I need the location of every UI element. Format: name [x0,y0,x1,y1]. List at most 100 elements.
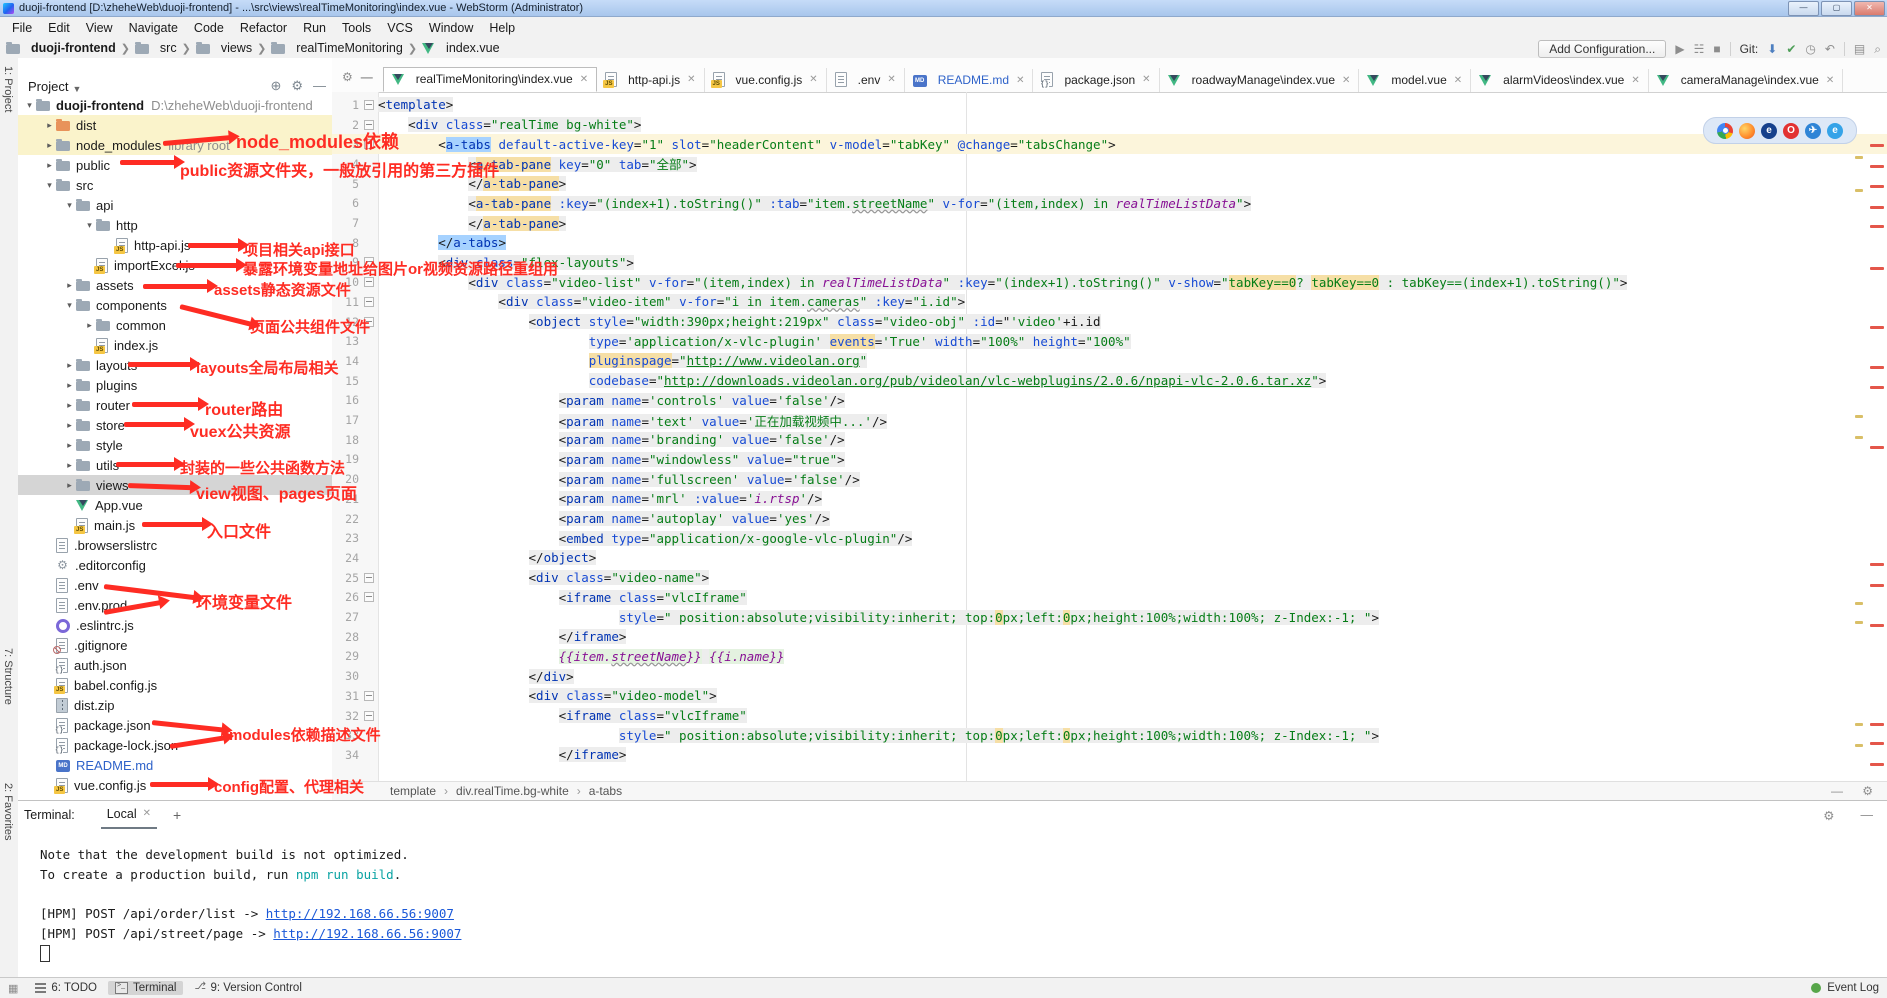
editor-breadcrumb-item[interactable]: div.realTime.bg-white [456,784,569,798]
code-line[interactable]: 27 style=" position:absolute;visibility:… [332,607,1887,627]
edge-browser-icon[interactable]: e [1827,123,1843,139]
event-log-button[interactable]: Event Log [1827,982,1879,994]
history-icon[interactable]: ◷ [1805,42,1815,56]
tree-item-layouts[interactable]: ▸layouts [18,355,332,375]
menu-item-run[interactable]: Run [295,19,334,37]
stop-icon[interactable]: ■ [1713,42,1720,56]
hide-icon[interactable]: — [313,78,326,94]
chevron-right-icon[interactable]: ▸ [63,360,76,371]
search-everywhere-icon[interactable]: ⌕ [1874,42,1881,57]
tree-item-App.vue[interactable]: App.vue [18,495,332,515]
editor-tab-package.json[interactable]: package.json✕ [1033,68,1159,92]
code-line[interactable]: 20 <param name='fullscreen' value='false… [332,469,1887,489]
breadcrumb-item[interactable]: realTimeMonitoring [271,41,403,55]
code-line[interactable]: 33 style=" position:absolute;visibility:… [332,725,1887,745]
tree-item-common[interactable]: ▸common [18,315,332,335]
bookmark-icon[interactable]: ▤ [1854,42,1865,56]
editor-tab-alarmVideos-index.vue[interactable]: alarmVideos\index.vue✕ [1471,69,1649,92]
status-bar-6-todo[interactable]: 6: TODO [28,981,104,995]
fold-marker[interactable] [359,592,378,602]
error-stripe-mark[interactable] [1870,624,1884,627]
error-stripe-mark[interactable] [1870,386,1884,389]
code-line[interactable]: 13 type='application/x-vlc-plugin' event… [332,331,1887,351]
code-line[interactable]: 32 <iframe class="vlcIframe" [332,706,1887,726]
tree-item-main.js[interactable]: main.js [18,515,332,535]
editor-tab-.env[interactable]: .env✕ [827,68,905,92]
breadcrumb-item[interactable]: views [196,41,252,55]
code-line[interactable]: 30 </div> [332,666,1887,686]
menu-item-help[interactable]: Help [481,19,523,37]
status-bar-9-version-control[interactable]: 9: Version Control [187,981,308,995]
close-icon[interactable]: ✕ [1454,75,1462,86]
code-line[interactable]: 29 {{item.streetName}} {{i.name}} [332,647,1887,667]
terminal-tab-local[interactable]: Local ✕ [101,802,157,829]
new-terminal-session-button[interactable]: + [173,807,181,823]
chrome-browser-icon[interactable] [1717,123,1733,139]
code-line[interactable]: 21 <param name='mrl' :value='i.rtsp'/> [332,489,1887,509]
tree-item-importExcel.js[interactable]: importExcel.js [18,255,332,275]
chevron-down-icon[interactable]: ▾ [63,300,76,311]
terminal-link[interactable]: http://192.168.66.56:9007 [273,926,461,941]
menu-item-window[interactable]: Window [421,19,481,37]
chevron-right-icon[interactable]: ▸ [43,120,56,131]
tree-item-views[interactable]: ▸views [18,475,332,495]
chevron-right-icon[interactable]: ▸ [63,420,76,431]
chevron-right-icon[interactable]: ▸ [63,460,76,471]
close-button[interactable]: ✕ [1854,1,1885,16]
opera-browser-icon[interactable]: O [1783,123,1799,139]
maximize-button[interactable]: ▢ [1821,1,1852,16]
tree-item-components[interactable]: ▾components [18,295,332,315]
gear-icon[interactable]: ⚙ [291,78,303,94]
code-line[interactable]: 3 <a-tabs default-active-key="1" slot="h… [332,134,1887,154]
code-line[interactable]: 6 <a-tab-pane :key="(index+1).toString()… [332,194,1887,214]
menu-item-refactor[interactable]: Refactor [232,19,295,37]
tree-item-router[interactable]: ▸router [18,395,332,415]
menu-item-vcs[interactable]: VCS [379,19,421,37]
fold-marker[interactable] [359,100,378,110]
chevron-right-icon[interactable]: ▸ [43,160,56,171]
tree-item-node_modules[interactable]: ▸node_moduleslibrary root [18,135,332,155]
chevron-right-icon[interactable]: ▸ [63,280,76,291]
code-line[interactable]: 2 <div class="realTime bg-white"> [332,115,1887,135]
error-stripe-mark[interactable] [1870,366,1884,369]
warning-stripe-mark[interactable] [1855,723,1863,726]
code-line[interactable]: 26 <iframe class="vlcIframe" [332,588,1887,608]
editor-tab-cameraManage-index.vue[interactable]: cameraManage\index.vue✕ [1649,69,1843,92]
warning-stripe-mark[interactable] [1855,744,1863,747]
tree-item-http[interactable]: ▾http [18,215,332,235]
code-line[interactable]: 18 <param name='branding' value='false'/… [332,430,1887,450]
code-line[interactable]: 15 codebase="http://downloads.videolan.o… [332,371,1887,391]
fold-marker[interactable] [359,257,378,267]
close-icon[interactable]: ✕ [580,74,588,85]
breadcrumb-item[interactable]: index.vue [422,41,500,55]
fold-marker[interactable] [359,317,378,327]
code-line[interactable]: 5 </a-tab-pane> [332,174,1887,194]
add-configuration-button[interactable]: Add Configuration... [1538,40,1666,58]
editor-tab-http-api.js[interactable]: http-api.js✕ [597,68,704,92]
fold-marker[interactable] [359,691,378,701]
tree-item-.editorconfig[interactable]: ⚙.editorconfig [18,555,332,575]
chevron-down-icon[interactable]: ▾ [23,100,36,111]
code-line[interactable]: 17 <param name='text' value='正在加载视频中...'… [332,410,1887,430]
code-line[interactable]: 10 <div class="video-list" v-for="(item,… [332,272,1887,292]
firefox-browser-icon[interactable] [1739,123,1755,139]
tree-item-auth.json[interactable]: auth.json [18,655,332,675]
code-line[interactable]: 28 </iframe> [332,627,1887,647]
error-stripe-mark[interactable] [1870,563,1884,566]
close-icon[interactable]: ✕ [687,74,695,85]
error-stripe-mark[interactable] [1870,144,1884,147]
run-icon[interactable]: ▶ [1675,42,1684,56]
rollback-icon[interactable]: ↶ [1825,42,1835,56]
tree-item-.browserslistrc[interactable]: .browserslistrc [18,535,332,555]
chevron-down-icon[interactable]: ▾ [43,180,56,191]
tree-item-utils[interactable]: ▸utils [18,455,332,475]
fold-marker[interactable] [359,120,378,130]
gear-icon[interactable]: ⚙ [342,70,353,84]
code-line[interactable]: 12 <object style="width:390px;height:219… [332,312,1887,332]
gear-icon[interactable]: ⚙ [1862,784,1873,798]
tree-item-.eslintrc.js[interactable]: .eslintrc.js [18,615,332,635]
editor-tab-model.vue[interactable]: model.vue✕ [1359,69,1471,92]
tree-item-.env.prod[interactable]: .env.prod [18,595,332,615]
code-line[interactable]: 9 <div class="flex-layouts"> [332,253,1887,273]
close-icon[interactable]: ✕ [1142,74,1150,85]
